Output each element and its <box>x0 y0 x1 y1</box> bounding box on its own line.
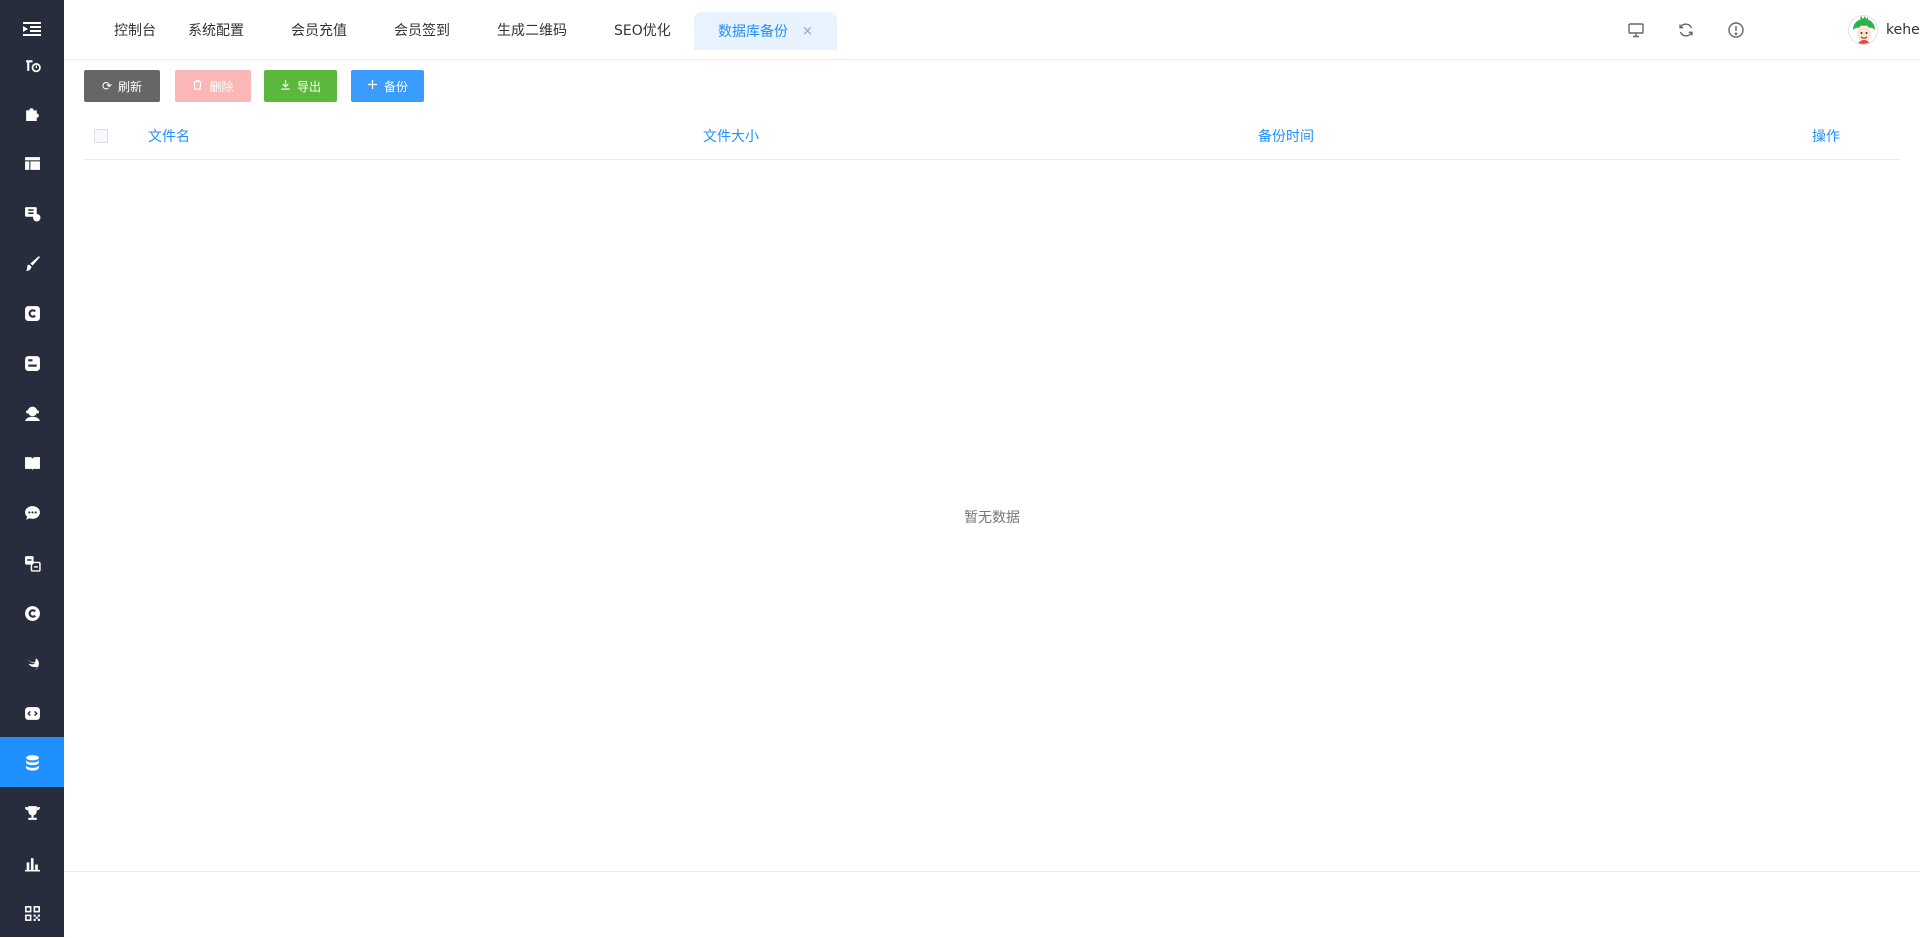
table-header: 文件名 文件大小 备份时间 操作 <box>84 112 1900 160</box>
sidebar-item-copyright[interactable] <box>0 588 64 638</box>
tab-qrcode[interactable]: 生成二维码 <box>497 0 567 60</box>
export-button-label: 导出 <box>296 79 321 94</box>
select-all-checkbox[interactable] <box>94 129 108 143</box>
tab-label: SEO优化 <box>614 23 671 39</box>
translate-icon <box>24 555 41 572</box>
puzzle-icon <box>25 107 39 121</box>
tab-label: 会员充值 <box>291 23 347 39</box>
tab-database-backup[interactable]: 数据库备份 × <box>694 12 837 50</box>
tab-dashboard[interactable]: 控制台 <box>114 0 156 60</box>
blog-icon <box>24 355 40 371</box>
settings-icon <box>25 59 41 72</box>
delete-button[interactable]: 删除 <box>175 70 251 102</box>
sidebar-item-docs[interactable] <box>0 438 64 488</box>
empty-state-text: 暂无数据 <box>964 510 1020 526</box>
tab-label: 数据库备份 <box>718 24 788 40</box>
refresh-icon: ⟳ <box>101 79 113 93</box>
sidebar-item-code[interactable] <box>0 688 64 738</box>
sidebar-item-database[interactable] <box>0 737 64 787</box>
refresh-button[interactable]: ⟳ 刷新 <box>84 70 160 102</box>
layout-icon <box>24 156 40 170</box>
delete-button-label: 删除 <box>209 79 234 94</box>
footer-divider <box>64 871 1920 872</box>
sidebar-item-settings[interactable] <box>0 40 64 90</box>
brush-icon <box>25 255 40 271</box>
avatar <box>1848 15 1878 45</box>
user-menu[interactable]: keheying <box>1848 13 1920 47</box>
book-icon <box>24 456 40 470</box>
tab-system-config[interactable]: 系统配置 <box>188 0 244 60</box>
tab-label: 系统配置 <box>188 23 244 39</box>
username: keheying <box>1886 22 1920 38</box>
bird-icon <box>25 657 39 671</box>
tab-seo[interactable]: SEO优化 <box>614 0 671 60</box>
trophy-icon <box>24 805 40 820</box>
tab-member-recharge[interactable]: 会员充值 <box>291 0 347 60</box>
tab-label: 会员签到 <box>394 23 450 39</box>
backup-button[interactable]: 备份 <box>351 70 424 102</box>
sidebar-item-plugins[interactable] <box>0 88 64 138</box>
column-header-filesize[interactable]: 文件大小 <box>703 112 759 160</box>
sidebar-item-layout[interactable] <box>0 138 64 188</box>
sidebar <box>0 0 64 937</box>
sidebar-item-qrcode[interactable] <box>0 888 64 938</box>
image-icon <box>24 206 40 221</box>
column-header-backup-time[interactable]: 备份时间 <box>1258 112 1314 160</box>
export-button[interactable]: 导出 <box>264 70 337 102</box>
c-icon <box>24 305 40 321</box>
header: 控制台 系统配置 会员充值 会员签到 生成二维码 SEO优化 数据库备份 × k… <box>64 0 1920 60</box>
c-circle-icon <box>24 605 40 621</box>
tab-member-signin[interactable]: 会员签到 <box>394 0 450 60</box>
tab-label: 控制台 <box>114 23 156 39</box>
sidebar-item-comments[interactable] <box>0 488 64 538</box>
tab-close-icon[interactable]: × <box>802 24 813 39</box>
trash-icon <box>192 79 203 93</box>
monitor-icon[interactable] <box>1625 19 1647 41</box>
refresh-icon[interactable] <box>1675 19 1697 41</box>
sidebar-item-blog[interactable] <box>0 338 64 388</box>
tab-label: 生成二维码 <box>497 23 567 39</box>
indent-icon[interactable] <box>23 21 41 37</box>
chart-icon <box>24 857 40 871</box>
download-icon <box>280 79 291 93</box>
support-icon <box>24 406 40 421</box>
info-icon[interactable] <box>1725 19 1747 41</box>
sidebar-item-translate[interactable] <box>0 538 64 588</box>
sidebar-item-swift[interactable] <box>0 638 64 688</box>
sidebar-item-support[interactable] <box>0 388 64 438</box>
sidebar-item-stats[interactable] <box>0 838 64 888</box>
sidebar-item-media[interactable] <box>0 188 64 238</box>
column-header-filename[interactable]: 文件名 <box>148 112 190 160</box>
sidebar-item-content[interactable] <box>0 288 64 338</box>
code-icon <box>24 706 40 720</box>
sidebar-item-awards[interactable] <box>0 788 64 838</box>
backup-button-label: 备份 <box>383 79 408 94</box>
database-icon <box>25 754 39 770</box>
chat-icon <box>24 505 40 520</box>
column-header-actions: 操作 <box>1812 129 1840 145</box>
qrcode-icon <box>24 905 40 921</box>
refresh-button-label: 刷新 <box>118 79 143 94</box>
plus-icon <box>367 79 378 93</box>
sidebar-item-theme[interactable] <box>0 238 64 288</box>
